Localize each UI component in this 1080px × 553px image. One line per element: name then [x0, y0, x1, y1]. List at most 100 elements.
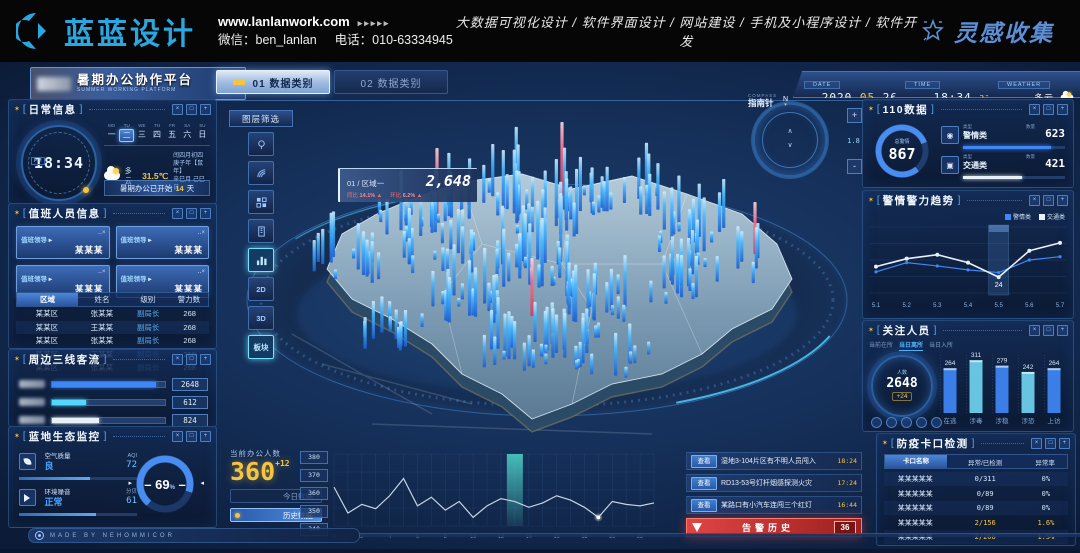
- app: 蓝蓝设计 www.lanlanwork.com▸▸▸▸▸ 微信：ben_lanl…: [0, 0, 1080, 553]
- weekday-cell[interactable]: FR五: [165, 123, 180, 142]
- table-row[interactable]: 某某区张某某副局长268: [16, 307, 209, 321]
- brand-banner: 蓝蓝设计 www.lanlanwork.com▸▸▸▸▸ 微信：ben_lanl…: [0, 0, 1080, 62]
- window-icon[interactable]: □: [1043, 195, 1054, 206]
- office-line-chart: 0246810121416182022: [330, 450, 660, 545]
- redacted-label: [19, 398, 45, 406]
- view-button[interactable]: 查看: [691, 477, 717, 490]
- panel-110-data: ✶[ 110数据] ×□+ 总警情 867 ◉类型警情类数量623▣类型交通类数…: [862, 99, 1074, 188]
- zoom-in-button[interactable]: +: [847, 108, 862, 123]
- building-icon[interactable]: [248, 219, 274, 243]
- expand-icon[interactable]: +: [1057, 325, 1068, 336]
- eco-gauge-value: – 69% –: [136, 455, 194, 513]
- checkpoint-row[interactable]: 某某某某某2/1561.6%: [884, 516, 1068, 530]
- close-icon[interactable]: ×: [1029, 104, 1040, 115]
- leaf-icon: [19, 453, 36, 470]
- expand-icon[interactable]: +: [1057, 195, 1068, 206]
- signal-icon[interactable]: [248, 161, 274, 185]
- compass-dial[interactable]: ∧ ∨: [752, 102, 828, 178]
- grid-icon[interactable]: [248, 190, 274, 214]
- focus-tab-当前在所[interactable]: 当前在所: [869, 340, 893, 351]
- layer-button-板块[interactable]: 板块: [248, 335, 274, 359]
- close-icon[interactable]: ‥×: [98, 268, 106, 275]
- collect-label: 灵感收集: [954, 14, 1054, 48]
- website-link[interactable]: www.lanlanwork.com: [218, 14, 350, 29]
- weekday-cell[interactable]: SU日: [195, 123, 210, 142]
- alert-text: RD13-53号灯杆烟感探测火灾: [721, 478, 833, 488]
- window-icon[interactable]: □: [1045, 438, 1056, 449]
- duty-card[interactable]: 值班领导‥×某某某: [116, 226, 210, 259]
- window-icon[interactable]: □: [1043, 104, 1054, 115]
- close-icon[interactable]: ‥×: [197, 268, 205, 275]
- table-row[interactable]: 某某区王某某副局长268: [16, 321, 209, 335]
- close-icon[interactable]: ×: [172, 104, 183, 115]
- made-by-text: MADE BY NEHOMMICOR: [50, 533, 175, 539]
- bus-icon: ▣: [941, 156, 959, 174]
- weekday-cell[interactable]: TH四: [149, 123, 164, 142]
- checkpoint-row[interactable]: 某某某某某0/890%: [884, 501, 1068, 515]
- expand-icon[interactable]: +: [1057, 104, 1068, 115]
- window-icon[interactable]: □: [186, 431, 197, 442]
- checkpoint-row[interactable]: 某某某某某0/890%: [884, 487, 1068, 501]
- bar-chart-icon[interactable]: [248, 248, 274, 272]
- tooltip-region: 01 / 区域一: [347, 178, 384, 189]
- window-icon[interactable]: □: [186, 354, 197, 365]
- location-icon[interactable]: [248, 132, 274, 156]
- police-type-row: ◉类型警情类数量623: [941, 124, 1065, 152]
- close-icon[interactable]: ×: [172, 208, 183, 219]
- window-icon[interactable]: □: [186, 104, 197, 115]
- view-button[interactable]: 查看: [691, 499, 717, 512]
- flow-bar-row: 612: [19, 396, 208, 408]
- expand-icon[interactable]: +: [200, 104, 211, 115]
- checkpoint-table-header: 卡口名称异常/已检测异常率: [884, 454, 1068, 469]
- air-status: 良: [44, 461, 70, 472]
- panel-eco-monitor: ✶[ 蓝地生态监控] ×□+ 空气质量 良 AQI 72: [8, 426, 217, 528]
- noise-row: 环境噪音 正常 分贝 61: [19, 489, 137, 516]
- close-icon[interactable]: ×: [1031, 438, 1042, 449]
- window-icon[interactable]: □: [186, 208, 197, 219]
- flow-bar-value: 2648: [172, 378, 208, 391]
- made-by-bar: MADE BY NEHOMMICOR: [28, 528, 360, 543]
- close-icon[interactable]: ×: [1029, 195, 1040, 206]
- svg-text:5.3: 5.3: [933, 303, 942, 309]
- tab-data-category-1[interactable]: 01 数据类别: [216, 70, 330, 94]
- expand-icon[interactable]: +: [200, 431, 211, 442]
- close-icon[interactable]: ×: [1029, 325, 1040, 336]
- zoom-level: 1.8: [847, 137, 860, 145]
- zoom-out-button[interactable]: -: [847, 159, 862, 174]
- window-icon[interactable]: □: [1043, 325, 1054, 336]
- layer-button-3D[interactable]: 3D: [248, 306, 274, 330]
- panel-checkpoint: ✶[ 防疫卡口检测] ×□+ 卡口名称异常/已检测异常率 某某某某某0/3110…: [876, 433, 1076, 546]
- weekday-cell[interactable]: WE三: [134, 123, 149, 142]
- focus-tab-当日离所[interactable]: 当日离所: [899, 340, 923, 351]
- tab-data-category-2[interactable]: 02 数据类别: [334, 70, 448, 94]
- duty-card[interactable]: 值班领导‥×某某某: [16, 226, 110, 259]
- gauge-left-marker: ▸: [128, 479, 132, 487]
- flow-bar-track: [51, 399, 166, 406]
- view-button[interactable]: 查看: [691, 455, 717, 468]
- alert-row[interactable]: 查看 RD13-53号灯杆烟感探测火灾 17:24: [686, 474, 862, 492]
- alert-time: 17:24: [837, 479, 857, 487]
- expand-icon[interactable]: +: [200, 208, 211, 219]
- weekday-cell[interactable]: MO一: [104, 123, 119, 142]
- wechat-id: 微信：ben_lanlan: [218, 33, 317, 47]
- svg-text:涉毒: 涉毒: [970, 416, 984, 425]
- expand-icon[interactable]: +: [200, 354, 211, 365]
- close-icon[interactable]: ×: [172, 431, 183, 442]
- close-icon[interactable]: ‥×: [98, 229, 106, 236]
- weekday-cell[interactable]: TU二: [119, 123, 134, 142]
- panel-title: 防疫卡口检测: [897, 436, 969, 451]
- expand-icon[interactable]: +: [1059, 438, 1070, 449]
- alert-row[interactable]: 查看湿地3-104片区有不明人员闯入18:24: [686, 452, 862, 470]
- layer-button-2D[interactable]: 2D: [248, 277, 274, 301]
- checkpoint-rate: 0%: [1024, 504, 1068, 512]
- close-icon[interactable]: ×: [172, 354, 183, 365]
- redacted-label: [19, 380, 45, 388]
- table-row[interactable]: 某某区张某某副局长268: [16, 334, 209, 348]
- flow-bar-value: 824: [172, 414, 208, 427]
- close-icon[interactable]: ‥×: [197, 229, 205, 236]
- weekday-cell[interactable]: SA六: [180, 123, 195, 142]
- alert-row[interactable]: 查看某路口有小汽车连闯三个红灯16:44: [686, 496, 862, 514]
- inspiration-collect[interactable]: 灵感收集: [920, 14, 1054, 48]
- checkpoint-row[interactable]: 某某某某某0/3110%: [884, 472, 1068, 486]
- svg-text:24: 24: [995, 282, 1003, 289]
